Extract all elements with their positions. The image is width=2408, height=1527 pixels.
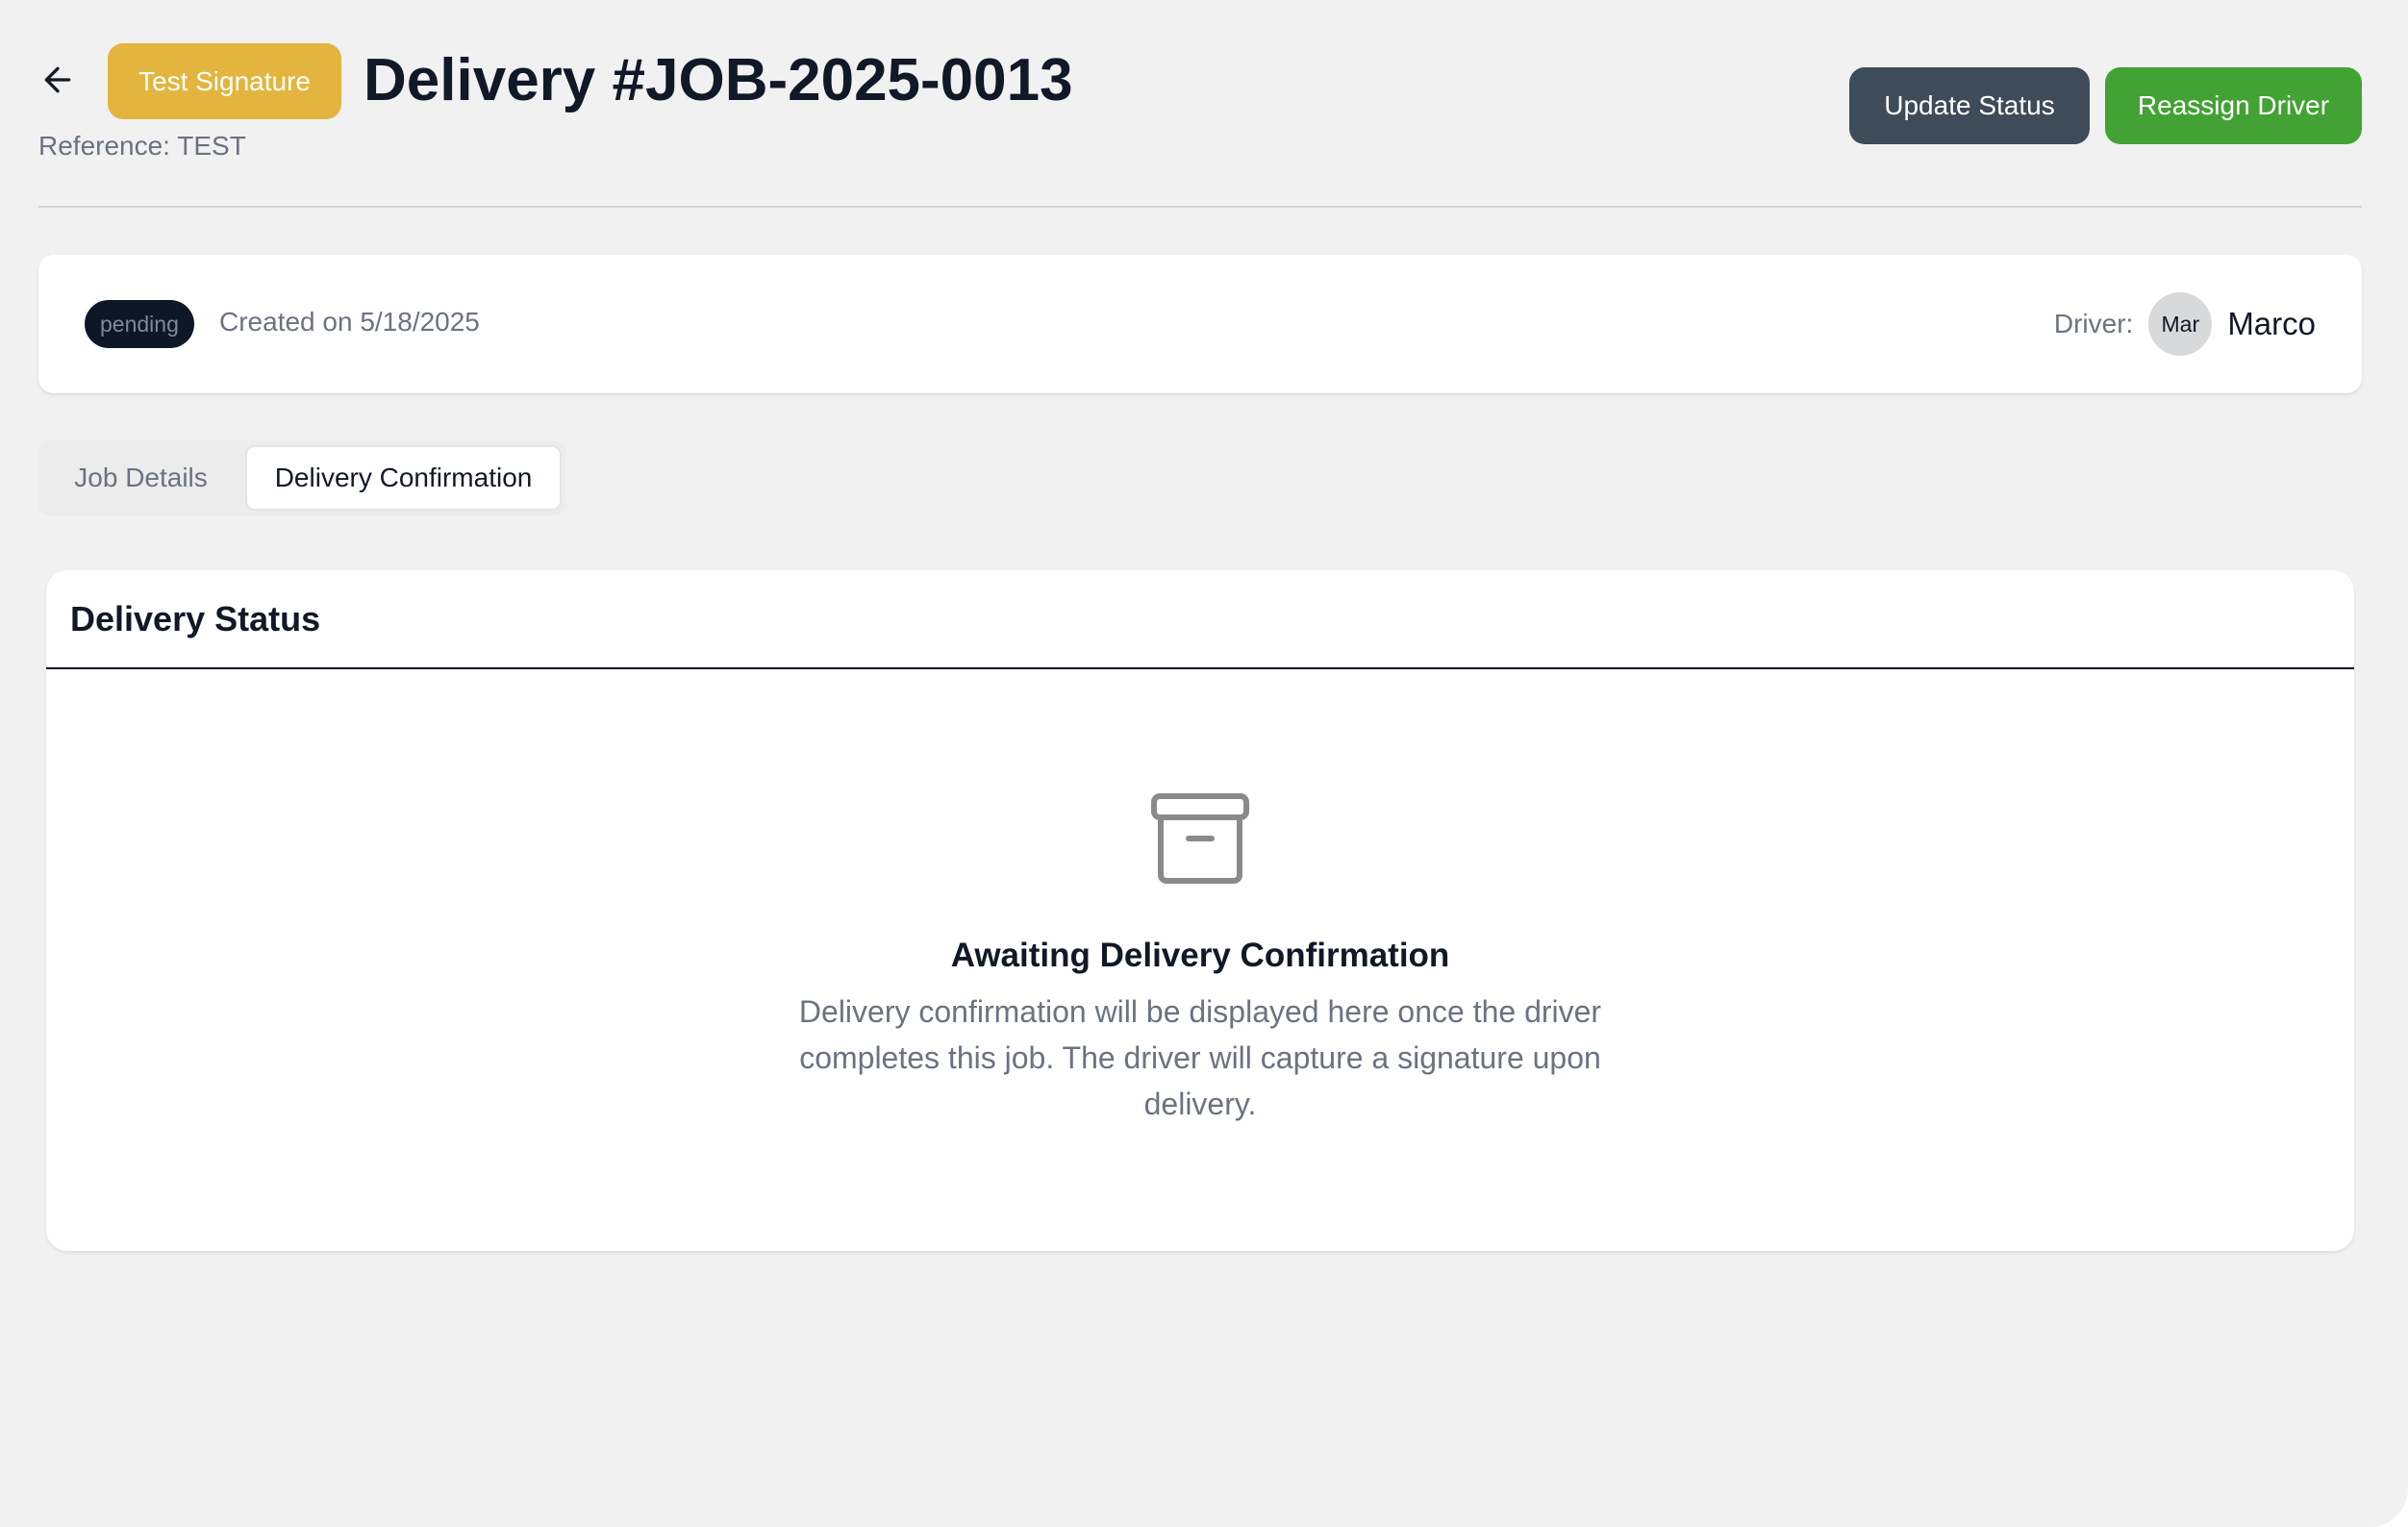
arrow-left-icon [44, 66, 71, 93]
driver-label: Driver: [2053, 309, 2134, 338]
empty-state: Awaiting Delivery Confirmation Delivery … [46, 669, 2354, 1127]
archive-icon [1151, 793, 1249, 884]
reference-text: Reference: TEST [38, 131, 246, 161]
test-signature-button[interactable]: Test Signature [108, 43, 341, 119]
job-info-card: pending Created on 5/18/2025 Driver: Mar… [38, 255, 2362, 393]
tab-job-details[interactable]: Job Details [42, 445, 239, 511]
empty-state-description: Delivery confirmation will be displayed … [798, 994, 1602, 1121]
card-header: Delivery Status [46, 570, 2354, 669]
created-date: Created on 5/18/2025 [219, 307, 480, 337]
reassign-driver-button[interactable]: Reassign Driver [2105, 67, 2362, 144]
card-title: Delivery Status [70, 598, 321, 638]
tab-list: Job Details Delivery Confirmation [38, 440, 565, 515]
page-title: Delivery #JOB-2025-0013 [364, 47, 1073, 113]
status-badge: pending [85, 300, 194, 348]
avatar: Mar [2148, 292, 2213, 356]
empty-state-title: Awaiting Delivery Confirmation [950, 937, 1450, 974]
window-corner [2370, 1489, 2408, 1527]
header-actions: Update Status Reassign Driver [1849, 67, 2362, 144]
page-header: Test Signature Delivery #JOB-2025-0013 R… [38, 38, 2362, 208]
delivery-status-card: Delivery Status Awaiting Delivery Confir… [46, 570, 2354, 1251]
driver-name: Marco [2227, 306, 2316, 341]
back-button[interactable] [38, 58, 77, 102]
update-status-button[interactable]: Update Status [1849, 67, 2090, 144]
driver-info: Driver: Mar Marco [2054, 292, 2316, 356]
tab-delivery-confirmation[interactable]: Delivery Confirmation [245, 445, 562, 511]
